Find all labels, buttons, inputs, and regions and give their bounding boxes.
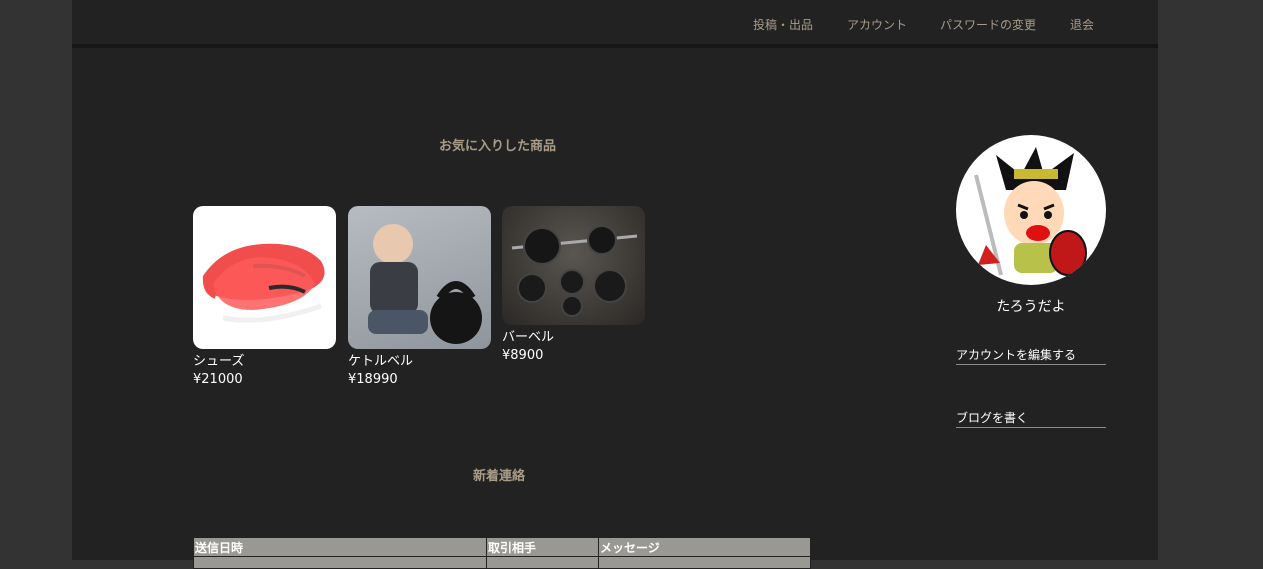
product-image-barbell[interactable] <box>502 206 645 325</box>
product-image-shoes[interactable] <box>193 206 336 349</box>
nav-withdraw[interactable]: 退会 <box>1070 16 1094 33</box>
product-name: バーベル <box>502 330 555 345</box>
column-header-partner: 取引相手 <box>486 537 599 557</box>
page-container: 投稿・出品 アカウント パスワードの変更 退会 お気に入りした商品 シューズ ¥… <box>72 0 1158 569</box>
product-name: ケトルベル <box>348 354 414 369</box>
avatar <box>956 135 1106 285</box>
product-image-kettlebell[interactable] <box>348 206 491 349</box>
column-header-message: メッセージ <box>598 537 811 557</box>
product-card-kettlebell[interactable]: ケトルベル ¥18990 <box>348 206 491 389</box>
favorites-title: お気に入りした商品 <box>439 139 557 154</box>
nav-post-listing[interactable]: 投稿・出品 <box>753 16 813 33</box>
write-blog-link[interactable]: ブログを書く <box>956 409 1106 428</box>
username: たろうだよ <box>996 299 1066 315</box>
column-header-sent-at: 送信日時 <box>193 537 487 557</box>
product-price: ¥8900 <box>502 348 544 363</box>
site-header: 投稿・出品 アカウント パスワードの変更 退会 <box>72 0 1158 48</box>
product-price: ¥18990 <box>348 372 398 387</box>
product-price: ¥21000 <box>193 372 243 387</box>
new-messages-title: 新着連絡 <box>473 469 526 484</box>
nav-account[interactable]: アカウント <box>847 16 907 33</box>
product-name: シューズ <box>193 354 245 369</box>
messages-table: 送信日時 取引相手 メッセージ <box>193 537 811 569</box>
nav-change-password[interactable]: パスワードの変更 <box>940 16 1036 33</box>
edit-account-link[interactable]: アカウントを編集する <box>956 346 1106 365</box>
table-row <box>193 556 811 569</box>
product-card-shoes[interactable]: シューズ ¥21000 <box>193 206 336 389</box>
product-card-barbell[interactable]: バーベル ¥8900 <box>502 206 645 365</box>
